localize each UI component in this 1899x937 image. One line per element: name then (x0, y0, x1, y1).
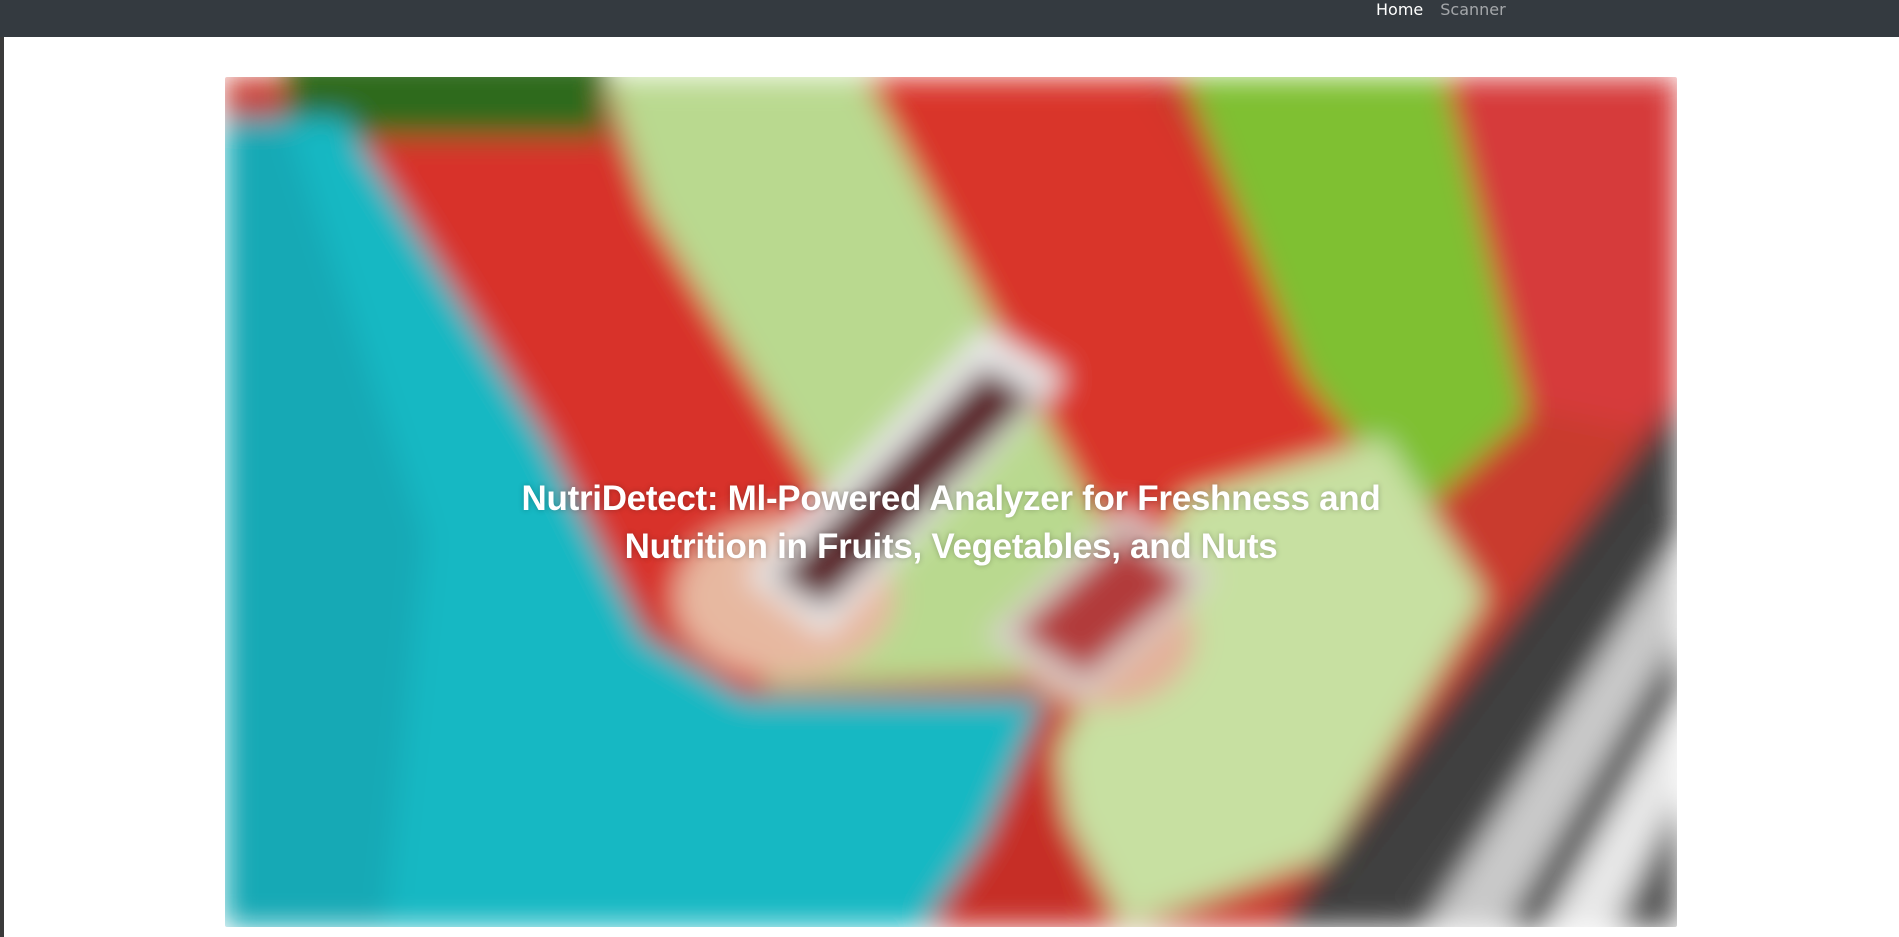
nav-links: Home Scanner (1376, 0, 1506, 20)
hero-title-line-2: Nutrition in Fruits, Vegetables, and Nut… (624, 527, 1278, 566)
hero-banner: NutriDetect: Ml-Powered Analyzer for Fre… (225, 77, 1677, 927)
hero-title: NutriDetect: Ml-Powered Analyzer for Fre… (225, 475, 1677, 571)
nav-scanner-link[interactable]: Scanner (1440, 0, 1505, 20)
hero-title-line-1: NutriDetect: Ml-Powered Analyzer for Fre… (521, 479, 1381, 518)
window-left-border (0, 37, 4, 937)
top-navbar: Home Scanner (0, 0, 1899, 37)
nav-home-link[interactable]: Home (1376, 0, 1423, 20)
